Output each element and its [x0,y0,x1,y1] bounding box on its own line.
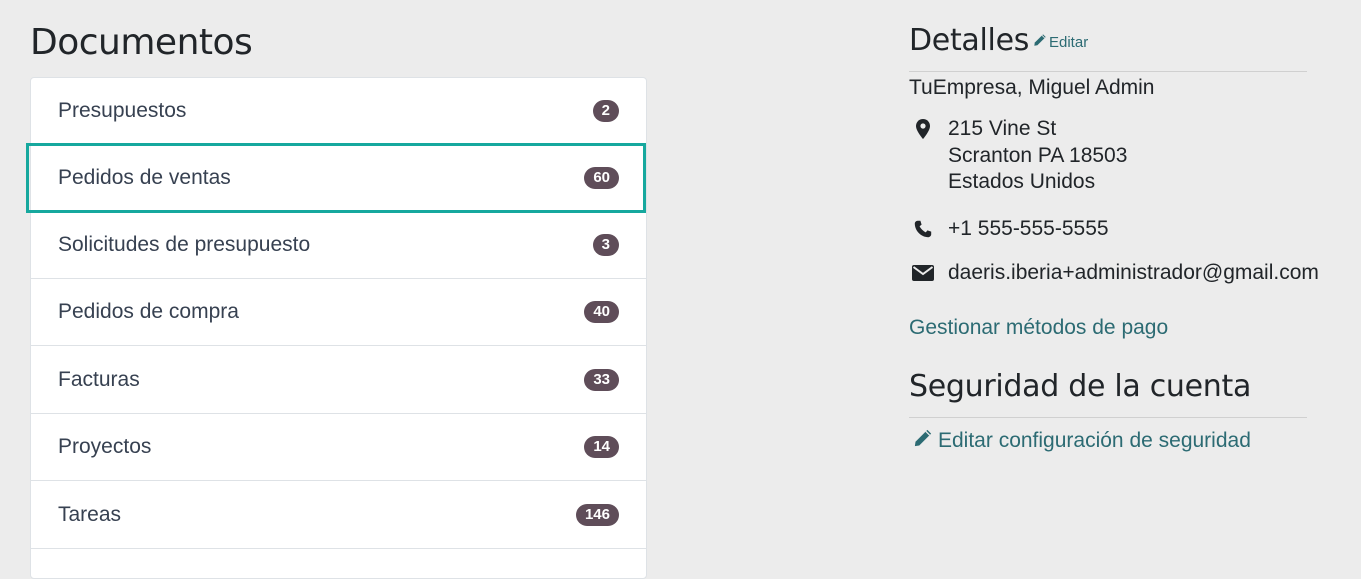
edit-security-link[interactable]: Editar configuración de seguridad [913,428,1251,454]
documents-title: Documentos [30,22,253,63]
phone-icon [909,216,937,242]
email-address: daeris.iberia+administrador@gmail.com [948,261,1319,284]
doc-item-tasks[interactable]: Tareas 146 [31,482,646,549]
address-block: 215 Vine St Scranton PA 18503 Estados Un… [948,116,1127,196]
doc-item-label: Solicitudes de presupuesto [58,233,311,256]
phone-row: +1 555-555-5555 [909,216,1109,243]
address-line1: 215 Vine St [948,117,1057,140]
details-title: Detalles [909,23,1030,58]
doc-item-purchase-orders[interactable]: Pedidos de compra 40 [31,279,646,346]
doc-item-label: Presupuestos [58,99,187,122]
doc-item-label: Tareas [58,503,122,526]
email-row: daeris.iberia+administrador@gmail.com [909,260,1319,287]
doc-item-label: Facturas [58,368,140,391]
edit-details-link[interactable]: Editar [1033,33,1088,51]
address-line2: Scranton PA 18503 [948,143,1128,167]
manage-payment-methods-link[interactable]: Gestionar métodos de pago [909,316,1168,340]
address-line3: Estados Unidos [948,170,1096,193]
doc-item-label: Pedidos de ventas [58,166,231,189]
doc-item-invoices[interactable]: Facturas 33 [31,347,646,414]
company-name: TuEmpresa, Miguel Admin [909,76,1155,99]
documents-list: Presupuestos 2 Pedidos de ventas 60 Soli… [30,77,647,579]
count-badge: 3 [592,234,619,256]
doc-item-projects[interactable]: Proyectos 14 [31,414,646,481]
security-title: Seguridad de la cuenta [909,369,1252,404]
doc-item-quotation-requests[interactable]: Solicitudes de presupuesto 3 [31,212,646,279]
map-marker-icon [909,116,937,142]
count-badge: 146 [575,504,619,526]
envelope-icon [909,260,937,286]
count-badge: 14 [584,436,619,458]
edit-security-label: Editar configuración de seguridad [938,429,1251,452]
pencil-icon [913,428,933,454]
address-row: 215 Vine St Scranton PA 18503 Estados Un… [909,116,1127,196]
count-badge: 60 [584,167,619,189]
doc-item-sales-orders[interactable]: Pedidos de ventas 60 [31,145,646,212]
count-badge: 40 [584,301,619,323]
security-divider [909,417,1307,418]
count-badge: 33 [584,369,619,391]
details-divider [909,71,1307,72]
count-badge: 2 [592,100,619,122]
phone-number: +1 555-555-5555 [948,217,1109,240]
doc-item-quotations[interactable]: Presupuestos 2 [31,78,646,145]
doc-item-label: Pedidos de compra [58,300,239,323]
pencil-icon [1033,33,1047,51]
doc-item-label: Proyectos [58,435,152,458]
edit-details-label: Editar [1049,33,1089,51]
